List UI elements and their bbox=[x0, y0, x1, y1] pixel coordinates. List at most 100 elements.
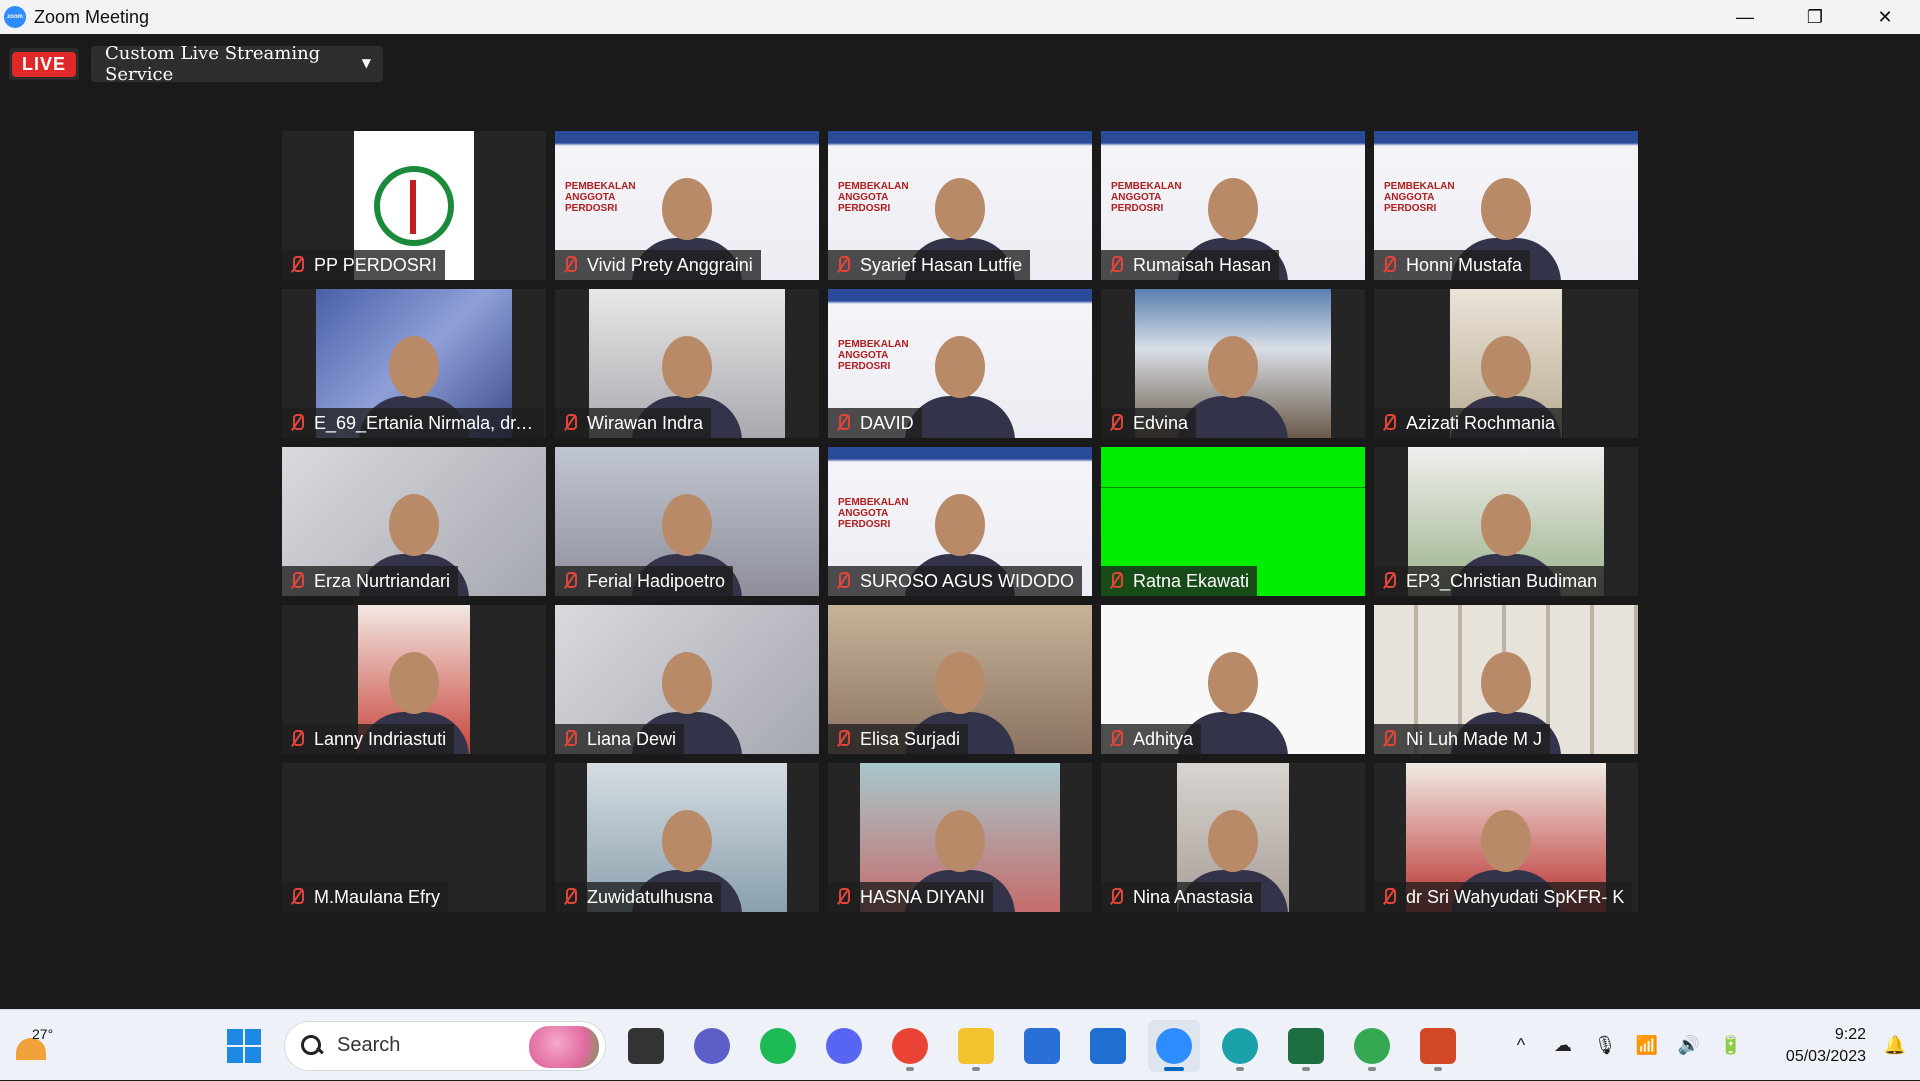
participant-tile[interactable]: Liana Dewi bbox=[555, 605, 819, 754]
muted-mic-icon bbox=[559, 412, 581, 434]
volume-icon[interactable]: 🔊 bbox=[1672, 1029, 1706, 1063]
participant-tile[interactable]: dr Sri Wahyudati SpKFR- K bbox=[1374, 763, 1638, 912]
notification-bell-icon[interactable]: 🔔 bbox=[1878, 1029, 1912, 1063]
file-explorer-icon bbox=[958, 1027, 994, 1064]
participant-tile[interactable]: Nina Anastasia bbox=[1101, 763, 1365, 912]
participant-tile[interactable]: PEMBEKALAN ANGGOTA PERDOSRI Rumaisah Hasa… bbox=[1101, 131, 1365, 280]
participant-tile[interactable]: Ferial Hadipoetro bbox=[555, 447, 819, 596]
participant-tile[interactable]: Ni Luh Made M J bbox=[1374, 605, 1638, 754]
participant-name: Zuwidatulhusna bbox=[587, 886, 714, 907]
taskbar-excel-button[interactable] bbox=[1280, 1020, 1332, 1072]
close-button[interactable]: ✕ bbox=[1850, 0, 1920, 34]
participant-tile[interactable]: PP PERDOSRI bbox=[282, 131, 546, 280]
participant-name: EP3_Christian Budiman bbox=[1406, 570, 1598, 591]
stream-service-label: Custom Live Streaming Service bbox=[105, 43, 321, 85]
participant-tile[interactable]: PEMBEKALAN ANGGOTA PERDOSRI Vivid Prety A… bbox=[555, 131, 819, 280]
gallery-view: PP PERDOSRI PEMBEKALAN ANGGOTA PERDOSRI Vi… bbox=[282, 131, 1638, 912]
weather-widget[interactable]: 27° bbox=[14, 1024, 54, 1064]
participant-name-tag: M.Maulana Efry bbox=[282, 882, 449, 912]
participant-tile[interactable]: Zuwidatulhusna bbox=[555, 763, 819, 912]
participant-name-tag: Zuwidatulhusna bbox=[555, 882, 722, 912]
participant-name-tag: SUROSO AGUS WIDODO bbox=[828, 566, 1083, 596]
taskbar-file-explorer-button[interactable] bbox=[950, 1020, 1002, 1072]
taskbar-spotify-button[interactable] bbox=[752, 1020, 804, 1072]
taskbar-search[interactable]: Search bbox=[284, 1020, 606, 1071]
participant-tile[interactable]: Elisa Surjadi bbox=[828, 605, 1092, 754]
muted-mic-icon bbox=[1105, 412, 1127, 434]
chrome-icon bbox=[892, 1027, 928, 1064]
taskbar-zoom-button[interactable] bbox=[1148, 1019, 1200, 1072]
slide-title: PEMBEKALAN ANGGOTA PERDOSRI bbox=[838, 339, 909, 372]
participant-name-tag: Liana Dewi bbox=[555, 724, 685, 754]
participant-name-tag: E_69_Ertania Nirmala, dr.,... bbox=[282, 408, 544, 438]
muted-mic-icon bbox=[1105, 254, 1127, 276]
participant-name: Honni Mustafa bbox=[1406, 254, 1523, 275]
participant-name-tag: Edvina bbox=[1101, 408, 1197, 438]
microphone-icon[interactable]: 🎙 bbox=[1588, 1029, 1622, 1063]
participant-tile[interactable]: Edvina bbox=[1101, 289, 1365, 438]
taskbar-discord-button[interactable] bbox=[818, 1020, 870, 1072]
participant-tile[interactable]: Erza Nurtriandari bbox=[282, 447, 546, 596]
participant-tile[interactable]: Ratna Ekawati bbox=[1101, 447, 1365, 596]
stream-service-dropdown[interactable]: Custom Live Streaming Service ▼ bbox=[91, 43, 383, 85]
participant-tile[interactable]: Adhitya bbox=[1101, 605, 1365, 754]
participant-name-tag: Lanny Indriastuti bbox=[282, 724, 455, 754]
taskbar-chrome-button[interactable] bbox=[884, 1020, 936, 1072]
participant-name: PP PERDOSRI bbox=[314, 254, 437, 275]
participant-name: Ni Luh Made M J bbox=[1406, 728, 1543, 749]
taskbar-teams-chat-button[interactable] bbox=[686, 1020, 738, 1072]
participant-tile[interactable]: Wirawan Indra bbox=[555, 289, 819, 438]
taskbar-task-view-button[interactable] bbox=[620, 1020, 672, 1072]
clock-time: 9:22 bbox=[1834, 1025, 1866, 1043]
slide-title: PEMBEKALAN ANGGOTA PERDOSRI bbox=[838, 181, 909, 214]
taskbar-powerpoint-button[interactable] bbox=[1412, 1020, 1464, 1072]
mail-icon bbox=[1090, 1027, 1126, 1064]
participant-tile[interactable]: PEMBEKALAN ANGGOTA PERDOSRI Syarief Hasan… bbox=[828, 131, 1092, 280]
participant-name: Liana Dewi bbox=[587, 728, 677, 749]
participant-tile[interactable]: PEMBEKALAN ANGGOTA PERDOSRI SUROSO AGUS W… bbox=[828, 447, 1092, 596]
participant-name-tag: Azizati Rochmania bbox=[1374, 408, 1564, 438]
battery-icon[interactable]: 🔋 bbox=[1714, 1029, 1748, 1063]
system-tray: ^ ☁ 🎙 📶 🔊 🔋 9:22 05/03/2023 🔔 bbox=[1504, 1010, 1920, 1081]
participant-name: Syarief Hasan Lutfie bbox=[860, 254, 1023, 275]
participant-name-tag: Adhitya bbox=[1101, 724, 1202, 754]
participant-tile[interactable]: E_69_Ertania Nirmala, dr.,... bbox=[282, 289, 546, 438]
title-bar: zoom Zoom Meeting — ❐ ✕ bbox=[0, 0, 1920, 34]
participant-name-tag: Rumaisah Hasan bbox=[1101, 250, 1280, 280]
participant-name-tag: Vivid Prety Anggraini bbox=[555, 250, 761, 280]
participant-name: Azizati Rochmania bbox=[1406, 412, 1556, 433]
onedrive-icon[interactable]: ☁ bbox=[1546, 1029, 1580, 1063]
participant-tile[interactable]: EP3_Christian Budiman bbox=[1374, 447, 1638, 596]
taskbar-chrome-profile-button[interactable] bbox=[1346, 1020, 1398, 1072]
muted-mic-icon bbox=[286, 728, 308, 750]
muted-mic-icon bbox=[559, 570, 581, 592]
taskbar-mail-button[interactable] bbox=[1082, 1020, 1134, 1072]
slide-title: PEMBEKALAN ANGGOTA PERDOSRI bbox=[1111, 181, 1182, 214]
muted-mic-icon bbox=[559, 886, 581, 908]
participant-tile[interactable]: HASNA DIYANI bbox=[828, 763, 1092, 912]
participant-tile[interactable]: PEMBEKALAN ANGGOTA PERDOSRI DAVID bbox=[828, 289, 1092, 438]
muted-mic-icon bbox=[1378, 728, 1400, 750]
participant-name: Ratna Ekawati bbox=[1133, 570, 1250, 591]
muted-mic-icon bbox=[559, 728, 581, 750]
minimize-button[interactable]: — bbox=[1710, 0, 1780, 34]
participant-name-tag: HASNA DIYANI bbox=[828, 882, 993, 912]
microsoft-store-icon bbox=[1024, 1027, 1060, 1064]
wifi-icon[interactable]: 📶 bbox=[1630, 1029, 1664, 1063]
participant-tile[interactable]: M.Maulana Efry bbox=[282, 763, 546, 912]
participant-tile[interactable]: Azizati Rochmania bbox=[1374, 289, 1638, 438]
live-badge[interactable]: LIVE bbox=[9, 48, 79, 80]
restore-button[interactable]: ❐ bbox=[1780, 0, 1850, 34]
start-button[interactable] bbox=[218, 1020, 270, 1072]
clock[interactable]: 9:22 05/03/2023 bbox=[1756, 1024, 1866, 1068]
participant-name-tag: dr Sri Wahyudati SpKFR- K bbox=[1374, 882, 1633, 912]
muted-mic-icon bbox=[1378, 570, 1400, 592]
show-hidden-icons-button[interactable]: ^ bbox=[1504, 1029, 1538, 1063]
taskbar-microsoft-store-button[interactable] bbox=[1016, 1020, 1068, 1072]
participant-name-tag: Ferial Hadipoetro bbox=[555, 566, 734, 596]
participant-tile[interactable]: Lanny Indriastuti bbox=[282, 605, 546, 754]
taskbar-edge-button[interactable] bbox=[1214, 1020, 1266, 1072]
participant-tile[interactable]: PEMBEKALAN ANGGOTA PERDOSRI Honni Mustafa bbox=[1374, 131, 1638, 280]
muted-mic-icon bbox=[559, 254, 581, 276]
participant-name: SUROSO AGUS WIDODO bbox=[860, 570, 1075, 591]
